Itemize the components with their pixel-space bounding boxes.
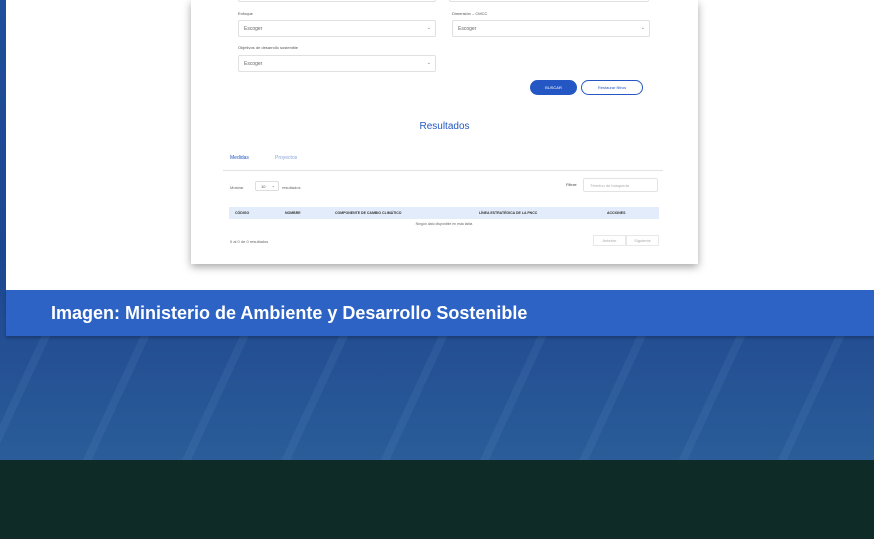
search-button[interactable]: BUSCAR xyxy=(530,80,577,95)
filter-input[interactable]: Término de búsqueda xyxy=(583,178,658,192)
column-nombre[interactable]: NOMBRE xyxy=(285,211,301,215)
filter-placeholder: Término de búsqueda xyxy=(590,183,629,188)
results-summary: 0 al 0 de 0 resultados xyxy=(230,239,269,244)
prev-page-button[interactable]: Anterior xyxy=(593,235,626,246)
dimension-select[interactable]: Escoger ⌄ xyxy=(452,20,650,37)
tabs-divider xyxy=(223,170,663,171)
tab-proyectos[interactable]: Proyectos xyxy=(275,155,297,161)
clear-filters-button[interactable]: Restaurar filtros xyxy=(581,80,643,95)
tab-medidas[interactable]: Medidas xyxy=(230,155,249,161)
show-label: Mostrar xyxy=(230,185,244,190)
enfoque-value: Escoger xyxy=(244,26,263,32)
next-page-button[interactable]: Siguiente xyxy=(626,235,659,246)
enfoque-label: Enfoque xyxy=(238,11,253,16)
ods-label: Objetivos de desarrollo sostenible xyxy=(238,45,299,50)
page-size-select[interactable]: 10 ⌄ xyxy=(255,181,279,191)
results-title: Resultados xyxy=(419,121,470,132)
image-caption: Imagen: Ministerio de Ambiente y Desarro… xyxy=(51,303,528,323)
column-acciones[interactable]: ACCIONES xyxy=(607,211,625,215)
filter-label: Filtrar: xyxy=(566,182,578,187)
chevron-down-icon: ⌄ xyxy=(640,25,645,31)
column-codigo[interactable]: CÓDIGO xyxy=(235,211,249,215)
screenshot-frame: Enfoque Escoger ⌄ Dimensión – CMCC Escog… xyxy=(6,0,874,290)
table-header: CÓDIGO NOMBRE COMPONENTE DE CAMBIO CLIMÁ… xyxy=(229,207,659,219)
column-linea[interactable]: LÍNEA ESTRATÉGICA DE LA PNCC xyxy=(479,211,537,215)
ods-select[interactable]: Escoger ⌄ xyxy=(238,55,436,72)
dimension-label: Dimensión – CMCC xyxy=(452,11,488,16)
chevron-down-icon: ⌄ xyxy=(426,25,431,31)
chevron-down-icon: ⌄ xyxy=(426,60,431,66)
column-componente[interactable]: COMPONENTE DE CAMBIO CLIMÁTICO xyxy=(335,211,402,215)
top-select-right[interactable] xyxy=(449,0,649,2)
caption-bar: Imagen: Ministerio de Ambiente y Desarro… xyxy=(6,290,874,336)
enfoque-select[interactable]: Escoger ⌄ xyxy=(238,20,436,37)
dimension-value: Escoger xyxy=(458,26,477,32)
search-card: Enfoque Escoger ⌄ Dimensión – CMCC Escog… xyxy=(191,0,698,264)
empty-table-message: Ningún dato disponible en esta tabla xyxy=(415,222,473,226)
footer-band xyxy=(0,460,874,539)
results-label: resultados xyxy=(282,185,301,190)
page-size-value: 10 xyxy=(261,184,266,189)
ods-value: Escoger xyxy=(244,61,263,67)
top-select-left[interactable] xyxy=(238,0,436,2)
chevron-down-icon: ⌄ xyxy=(271,183,275,188)
